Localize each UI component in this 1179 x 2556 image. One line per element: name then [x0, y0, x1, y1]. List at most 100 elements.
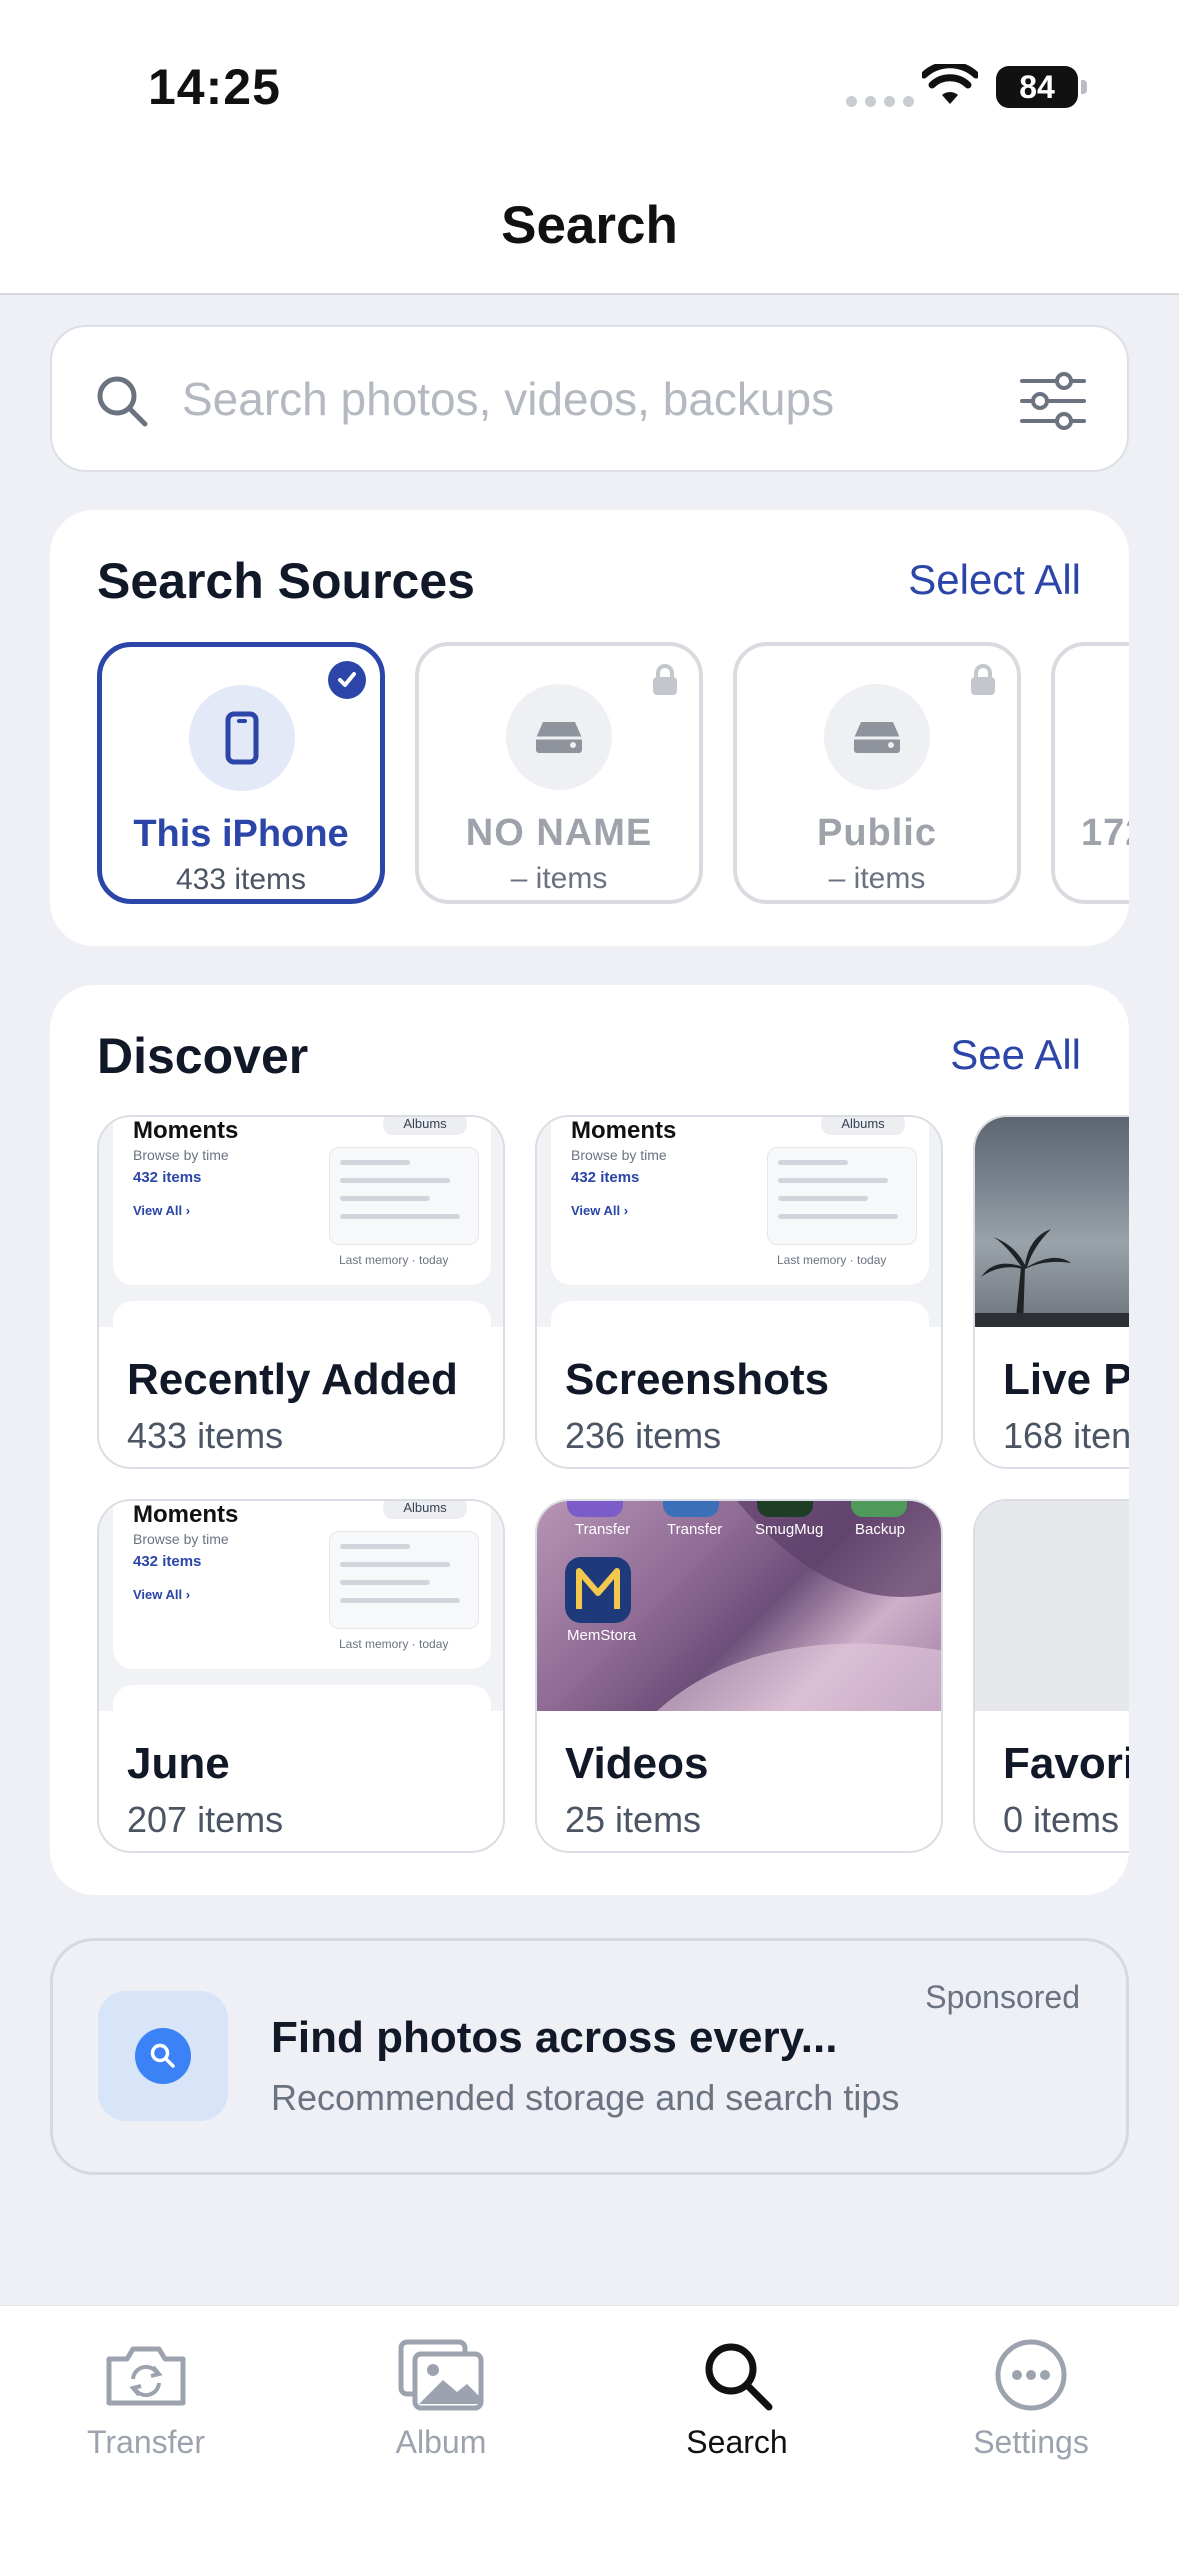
- camera-rotate-icon: [96, 2334, 196, 2416]
- source-count: 433 items: [175, 863, 307, 896]
- phone-icon: [225, 711, 259, 765]
- thumb-text: Moments: [133, 1501, 239, 1528]
- cellular-signal-icon: [846, 96, 914, 107]
- nav-header: Search: [0, 165, 1179, 295]
- ad-icon: [98, 1991, 228, 2121]
- thumb-text: Last memory · today: [339, 1637, 449, 1651]
- search-sources-card: Search Sources Select All This iPhone 43…: [50, 510, 1129, 946]
- tab-settings[interactable]: Settings: [901, 2324, 1161, 2474]
- app-label: Transfer: [667, 1521, 723, 1538]
- thumb-text: View All ›: [133, 1203, 191, 1218]
- album-title: Screenshots: [565, 1355, 830, 1404]
- thumb-text: Browse by time: [571, 1147, 667, 1163]
- tab-transfer[interactable]: Transfer: [16, 2324, 276, 2474]
- battery-indicator: 84: [996, 66, 1087, 108]
- lock-icon: [653, 664, 677, 695]
- app-label: Backup: [855, 1521, 906, 1538]
- tab-label: Album: [395, 2424, 487, 2460]
- discover-title: Discover: [97, 1028, 309, 1084]
- album-grid: Moments Browse by time 432 items View Al…: [97, 1115, 1129, 1855]
- tab-label: Transfer: [87, 2424, 205, 2460]
- search-bar[interactable]: [50, 325, 1129, 472]
- thumb-text: 432 items: [133, 1553, 202, 1570]
- status-bar: 14:25 84: [0, 0, 1179, 165]
- album-thumbnail: Moments Browse by time 432 items View Al…: [99, 1501, 503, 1711]
- discover-card: Discover See All Moments Browse by time …: [50, 985, 1129, 1895]
- source-count: – items: [828, 862, 926, 895]
- photos-icon: [391, 2334, 491, 2416]
- thumb-text: Moments: [571, 1117, 677, 1144]
- album-tile-june[interactable]: Moments Browse by time 432 items View Al…: [97, 1499, 505, 1853]
- album-thumbnail: Moments Browse by time 432 items View Al…: [99, 1117, 503, 1327]
- album-title: Favorit: [1003, 1739, 1129, 1788]
- thumb-text: View All ›: [133, 1587, 191, 1602]
- album-thumbnail: [975, 1117, 1129, 1327]
- drive-icon: [854, 722, 900, 753]
- album-tile-recently-added[interactable]: Moments Browse by time 432 items View Al…: [97, 1115, 505, 1469]
- source-name: NO NAME: [465, 812, 653, 854]
- thumb-text: Moments: [133, 1117, 239, 1144]
- thumb-text: View All ›: [571, 1203, 629, 1218]
- app-label: SmugMug: [755, 1521, 824, 1538]
- album-thumbnail: [975, 1501, 1129, 1711]
- tab-search[interactable]: Search: [607, 2324, 867, 2474]
- search-icon: [135, 2028, 191, 2084]
- page-title: Search: [501, 196, 678, 255]
- album-count: 168 iten: [1003, 1415, 1129, 1456]
- album-count: 0 items: [1003, 1799, 1120, 1840]
- status-time: 14:25: [148, 59, 281, 115]
- drive-icon: [536, 722, 582, 753]
- album-thumbnail: Transfer Transfer SmugMug Backup MemStor…: [537, 1501, 941, 1711]
- thumb-text: Browse by time: [133, 1531, 229, 1547]
- lock-icon: [971, 664, 995, 695]
- album-tile-screenshots[interactable]: Moments Browse by time 432 items View Al…: [535, 1115, 943, 1469]
- thumb-text: Albums: [821, 1117, 905, 1135]
- album-count: 236 items: [565, 1415, 722, 1456]
- tab-label: Search: [686, 2424, 788, 2460]
- search-icon: [97, 376, 148, 427]
- album-tile-favorites[interactable]: Favorit 0 items: [973, 1499, 1129, 1853]
- source-tile-no-name[interactable]: NO NAME – items: [415, 642, 703, 904]
- tab-label: Settings: [973, 2424, 1089, 2460]
- source-tile-this-iphone[interactable]: This iPhone 433 items: [97, 642, 385, 904]
- album-title: Recently Added: [127, 1355, 458, 1404]
- source-tile-public[interactable]: Public – items: [733, 642, 1021, 904]
- thumb-text: 432 items: [133, 1169, 202, 1186]
- tab-album[interactable]: Album: [311, 2324, 571, 2474]
- ad-title: Find photos across every...: [271, 2013, 838, 2062]
- ellipsis-circle-icon: [981, 2334, 1081, 2416]
- thumb-text: Last memory · today: [777, 1253, 887, 1267]
- source-icon-circle: [506, 684, 612, 790]
- album-tile-live-photos[interactable]: Live Ph 168 iten: [973, 1115, 1129, 1469]
- sponsored-label: Sponsored: [925, 1979, 1080, 2015]
- thumb-text: Albums: [383, 1501, 467, 1519]
- palm-tree-silhouette: [975, 1229, 1129, 1327]
- thumb-text: 432 items: [571, 1169, 640, 1186]
- wifi-icon: [922, 64, 978, 104]
- checkmark-icon: [328, 661, 366, 699]
- select-all-button[interactable]: Select All: [908, 556, 1081, 604]
- sponsored-banner[interactable]: Sponsored Find photos across every... Re…: [50, 1938, 1129, 2175]
- thumb-text: Browse by time: [133, 1147, 229, 1163]
- album-tile-videos[interactable]: Transfer Transfer SmugMug Backup MemStor…: [535, 1499, 943, 1853]
- album-title: Videos: [565, 1739, 709, 1788]
- source-name: Public: [816, 812, 938, 854]
- source-name: This iPhone: [133, 813, 349, 855]
- ad-subtitle: Recommended storage and search tips: [271, 2077, 900, 2118]
- source-tile-network[interactable]: 172: [1051, 642, 1129, 904]
- filter-sliders-icon[interactable]: [1018, 371, 1088, 431]
- source-icon-circle: [824, 684, 930, 790]
- thumb-text: Albums: [383, 1117, 467, 1135]
- source-icon-circle: [189, 685, 295, 791]
- album-title: June: [127, 1739, 230, 1788]
- source-tiles: This iPhone 433 items NO NAME – items Pu…: [97, 642, 1129, 912]
- album-count: 25 items: [565, 1799, 702, 1840]
- tab-bar: Transfer Album Search Settings: [0, 2305, 1179, 2556]
- search-icon: [687, 2334, 787, 2416]
- search-input[interactable]: [182, 367, 942, 431]
- thumb-text: Last memory · today: [339, 1253, 449, 1267]
- source-name: 172: [1081, 812, 1129, 854]
- see-all-button[interactable]: See All: [950, 1031, 1081, 1079]
- album-thumbnail: Moments Browse by time 432 items View Al…: [537, 1117, 941, 1327]
- album-count: 433 items: [127, 1415, 284, 1456]
